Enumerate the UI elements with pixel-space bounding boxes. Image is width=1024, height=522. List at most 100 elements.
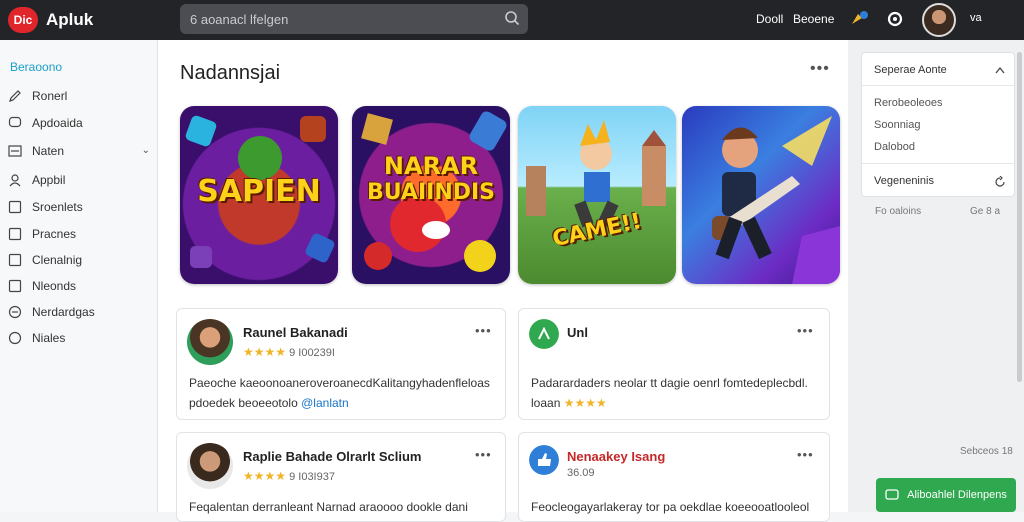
user-icon	[9, 174, 21, 187]
chat-icon	[885, 489, 899, 500]
minus-circle-icon	[8, 305, 22, 319]
square-icon	[8, 279, 22, 293]
card-meta-value: 9 I03I937	[289, 471, 335, 483]
card-body-line1: Paeoche kaeoonoaneroveroanecdKalitangyha…	[189, 376, 490, 390]
game-tile-2[interactable]: CAME!!	[518, 106, 676, 284]
list-icon	[8, 145, 22, 157]
card-title[interactable]: Nenaakey Isang	[567, 449, 665, 464]
sidebar-item-label: Appbil	[32, 173, 66, 187]
card-body-line1: Padarardaders neolar tt dagie oenrl fomt…	[531, 376, 808, 390]
share-icon[interactable]	[529, 319, 559, 349]
like-icon[interactable]	[529, 445, 559, 475]
post-card-1[interactable]: Unl ••• Padarardaders neolar tt dagie oe…	[518, 308, 830, 420]
refresh-icon[interactable]	[994, 176, 1006, 188]
more-options-icon[interactable]: •••	[797, 447, 814, 462]
cta-label: Aliboahlel Dilenpens	[907, 489, 1007, 501]
avatar[interactable]	[187, 443, 233, 489]
search-bar[interactable]	[180, 4, 528, 34]
filter-header[interactable]: Seperae Aonte	[874, 64, 947, 76]
panel-footer-left: Fo oaloins	[875, 206, 922, 217]
rating-stars: ★★★★	[243, 469, 287, 483]
sidebar-item-label: Naten	[32, 144, 65, 158]
game-art-3	[712, 116, 840, 284]
card-title[interactable]: Raplie Bahade Olrarlt Sclium	[243, 449, 421, 464]
sidebar-item-label: Apdoaida	[32, 116, 83, 130]
page-title: Nadannsjai	[180, 62, 281, 84]
sidebar-item-0[interactable]: Ronerl	[8, 86, 154, 106]
square-icon	[8, 227, 22, 241]
sidebar-item-label: Clenalnig	[32, 253, 83, 267]
more-options-icon[interactable]: •••	[475, 323, 492, 338]
brand-name[interactable]: Apluk	[46, 10, 93, 30]
app-logo[interactable]: Dic	[8, 7, 38, 33]
game-tile-title-line2: BUAIINDIS	[366, 180, 496, 205]
comment-icon	[8, 116, 22, 128]
card-meta-value: 9 I00239I	[289, 347, 335, 359]
panel-bottom-note: Sebceos 18	[960, 446, 1013, 457]
pencil-icon	[9, 90, 21, 102]
right-panel: Seperae Aonte Rerobeoleoes Soonniag Dalo…	[848, 40, 1024, 512]
user-avatar[interactable]	[922, 3, 956, 37]
square-icon	[8, 253, 22, 267]
sidebar-item-label: Nerdardgas	[32, 305, 95, 319]
top-link-1[interactable]: Dooll	[756, 12, 783, 26]
scrollbar[interactable]	[1017, 52, 1022, 382]
cta-button[interactable]: Aliboahlel Dilenpens	[876, 478, 1016, 512]
sidebar-item-8[interactable]: Nerdardgas	[8, 302, 154, 322]
card-body-text: loaan	[531, 396, 561, 410]
panel-footer-right: Ge 8 a	[970, 206, 1001, 217]
card-title[interactable]: Raunel Bakanadi	[243, 325, 348, 340]
settings-icon[interactable]	[884, 8, 906, 30]
top-link-2[interactable]: Beoene	[793, 12, 834, 26]
filter-option-0[interactable]: Rerobeoleoes	[874, 97, 943, 109]
more-options-icon[interactable]: •••	[810, 60, 830, 78]
filter-section[interactable]: Vegeneninis	[874, 175, 934, 187]
game-art-2	[526, 120, 666, 228]
card-title[interactable]: Unl	[567, 325, 588, 340]
chevron-down-icon[interactable]: ⌄	[142, 145, 150, 156]
game-tile-0[interactable]: SAPIEN	[180, 106, 338, 284]
search-icon[interactable]	[504, 10, 520, 26]
divider	[862, 85, 1014, 86]
game-tile-3[interactable]	[682, 106, 840, 284]
more-options-icon[interactable]: •••	[475, 447, 492, 462]
game-tile-title-line1: NARAR	[383, 152, 479, 180]
card-meta: ★★★★ 9 I00239I	[243, 345, 335, 359]
post-card-0[interactable]: Raunel Bakanadi ★★★★ 9 I00239I ••• Paeoc…	[176, 308, 506, 420]
circle-icon	[8, 331, 22, 345]
sidebar-item-9[interactable]: Niales	[8, 328, 154, 348]
rating-stars: ★★★★	[243, 345, 287, 359]
rating-stars: ★★★★	[563, 396, 607, 410]
top-extra-label[interactable]: va	[970, 12, 982, 24]
game-tile-1[interactable]: NARAR BUAIINDIS	[352, 106, 510, 284]
sidebar-item-3[interactable]: Appbil	[8, 170, 154, 190]
search-input[interactable]	[190, 11, 490, 27]
top-bar: Dic Apluk Dooll Beoene va	[0, 0, 1024, 40]
chevron-up-icon[interactable]	[994, 65, 1006, 75]
card-meta: ★★★★ 9 I03I937	[243, 469, 335, 483]
sidebar-item-label: Niales	[32, 331, 66, 345]
sidebar-item-6[interactable]: Clenalnig	[8, 250, 154, 270]
notifications-icon[interactable]	[848, 8, 870, 30]
sidebar-item-1[interactable]: Apdoaida	[8, 113, 154, 133]
avatar[interactable]	[187, 319, 233, 365]
sidebar-item-label: Pracnes	[32, 227, 77, 241]
filter-option-2[interactable]: Dalobod	[874, 141, 915, 153]
sidebar-item-4[interactable]: Sroenlets	[8, 197, 154, 217]
main-content: Nadannsjai ••• SAPIEN NARAR BUAIINDIS CA…	[158, 40, 848, 522]
divider	[862, 163, 1014, 164]
post-card-2[interactable]: Raplie Bahade Olrarlt Sclium ★★★★ 9 I03I…	[176, 432, 506, 522]
sidebar-item-7[interactable]: Nleonds	[8, 276, 154, 296]
filter-option-1[interactable]: Soonniag	[874, 119, 921, 131]
sidebar-item-label: Nleonds	[32, 279, 77, 293]
sidebar: Beraoono Ronerl Apdoaida Naten ⌄ Appbil …	[0, 40, 158, 512]
sidebar-item-5[interactable]: Pracnes	[8, 224, 154, 244]
filter-panel: Seperae Aonte Rerobeoleoes Soonniag Dalo…	[861, 52, 1015, 197]
sidebar-item-2[interactable]: Naten ⌄	[8, 141, 154, 161]
more-options-icon[interactable]: •••	[797, 323, 814, 338]
sidebar-item-label: Ronerl	[32, 89, 68, 103]
square-icon	[8, 200, 22, 214]
mention-link[interactable]: @lanlatn	[301, 396, 349, 410]
card-body-line1: Feqalentan derranleant Narnad araoooo do…	[189, 500, 468, 514]
post-card-3[interactable]: Nenaakey Isang 36.09 ••• Feocleogayarlak…	[518, 432, 830, 522]
